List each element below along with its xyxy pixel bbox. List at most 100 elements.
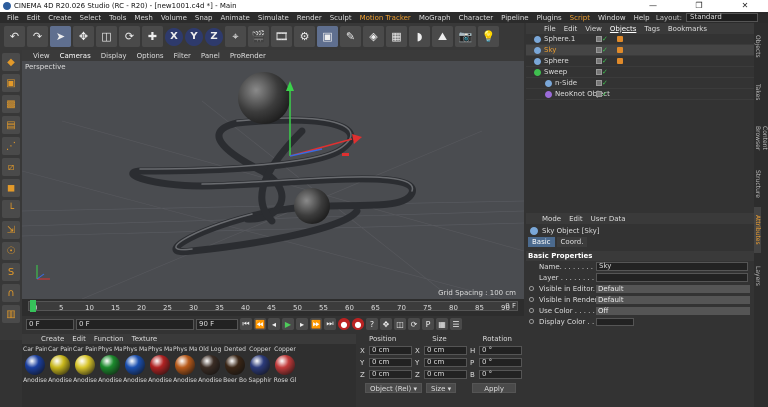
object-row[interactable]: n-Side ✓ xyxy=(526,78,754,89)
pos-field[interactable]: 0 cm xyxy=(369,346,412,355)
side-tab-structure[interactable]: Structure xyxy=(754,161,761,207)
material-preview[interactable] xyxy=(100,355,120,375)
viewport-perspective[interactable]: Perspective Grid Spacing : 100 cm xyxy=(22,61,524,299)
material-preview[interactable] xyxy=(50,355,70,375)
size-field[interactable]: 0 cm xyxy=(424,358,467,367)
light-icon[interactable]: 💡 xyxy=(478,26,499,47)
menu-mograph[interactable]: MoGraph xyxy=(415,14,455,22)
material-item[interactable]: Phys Ma Anodise xyxy=(123,346,147,384)
close-button[interactable]: ✕ xyxy=(722,0,768,12)
attribute-field[interactable]: Sky xyxy=(596,262,748,271)
side-tab-content-browser[interactable]: Content Browser xyxy=(754,115,768,161)
record-keys-icon[interactable]: ● xyxy=(338,318,350,330)
make-editable-icon[interactable]: ◆ xyxy=(2,53,20,71)
material-menu-function[interactable]: Function xyxy=(90,335,128,343)
attribute-menu-mode[interactable]: Mode xyxy=(538,215,565,223)
material-tag-icon[interactable] xyxy=(617,36,623,42)
material-tag-icon[interactable] xyxy=(617,58,623,64)
side-tab-takes[interactable]: Takes xyxy=(754,69,761,115)
timeline-playhead[interactable] xyxy=(30,300,36,312)
environment-icon[interactable]: ⛰ xyxy=(432,26,453,47)
workplane-lock-icon[interactable]: ▥ xyxy=(2,305,20,323)
size-field[interactable]: 0 cm xyxy=(424,370,467,379)
material-menu-texture[interactable]: Texture xyxy=(128,335,162,343)
rot-field[interactable]: 0 ° xyxy=(479,370,522,379)
object-name[interactable]: Sphere.1 xyxy=(544,35,575,43)
tab-coord[interactable]: Coord. xyxy=(556,237,588,247)
render-picture-viewer-icon[interactable]: 🎞 xyxy=(271,26,292,47)
rotate-icon[interactable]: ⟳ xyxy=(119,26,140,47)
material-preview[interactable] xyxy=(275,355,295,375)
rotation-key-icon[interactable]: ⟳ xyxy=(408,318,420,330)
material-preview[interactable] xyxy=(225,355,245,375)
side-tab-attributes[interactable]: Attributes xyxy=(754,207,761,253)
attribute-dropdown[interactable]: Default xyxy=(596,284,750,293)
visibility-check-icon[interactable]: ✓ xyxy=(602,79,608,87)
object-menu-bookmarks[interactable]: Bookmarks xyxy=(664,25,711,33)
magnet-icon[interactable]: ∩ xyxy=(2,284,20,302)
menu-motion-tracker[interactable]: Motion Tracker xyxy=(356,14,415,22)
axis-z-button[interactable]: Z xyxy=(205,27,223,46)
pen-spline-icon[interactable]: ✎ xyxy=(340,26,361,47)
coordinate-system-icon[interactable]: ⌖ xyxy=(225,26,246,47)
visibility-check-icon[interactable]: ✓ xyxy=(602,90,608,98)
material-preview[interactable] xyxy=(175,355,195,375)
scale-icon[interactable]: ◫ xyxy=(96,26,117,47)
next-key-icon[interactable]: ⏩ xyxy=(310,318,322,330)
material-item[interactable]: Old Log Anodise xyxy=(198,346,222,384)
object-row[interactable]: Sky ✓ xyxy=(526,45,754,56)
sphere-1-object[interactable] xyxy=(238,72,290,124)
material-item[interactable]: Car Pain Anodise xyxy=(48,346,72,384)
menu-snap[interactable]: Snap xyxy=(191,14,217,22)
menu-select[interactable]: Select xyxy=(76,14,106,22)
material-item[interactable]: Phys Ma Anodise xyxy=(98,346,122,384)
keyframe-radio-icon[interactable] xyxy=(529,297,534,302)
object-menu-view[interactable]: View xyxy=(581,25,606,33)
move-icon[interactable]: ✥ xyxy=(73,26,94,47)
attribute-menu-user-data[interactable]: User Data xyxy=(587,215,630,223)
edges-mode-icon[interactable]: ⧄ xyxy=(2,158,20,176)
object-name[interactable]: n-Side xyxy=(555,79,577,87)
visibility-check-icon[interactable]: ✓ xyxy=(602,57,608,65)
go-to-start-icon[interactable]: ⏮ xyxy=(240,318,252,330)
attribute-dropdown[interactable]: Default xyxy=(596,295,750,304)
current-frame-field[interactable]: 0 F xyxy=(26,318,74,330)
previous-frame-icon[interactable]: ◂ xyxy=(268,318,280,330)
material-preview[interactable] xyxy=(75,355,95,375)
next-frame-icon[interactable]: ▸ xyxy=(296,318,308,330)
coordinate-mode-dropdown[interactable]: Object (Rel) ▾ xyxy=(365,383,423,393)
layout-dropdown[interactable]: Standard xyxy=(686,13,758,22)
axis-y-button[interactable]: Y xyxy=(185,27,203,46)
menu-simulate[interactable]: Simulate xyxy=(254,14,293,22)
object-name[interactable]: Sky xyxy=(544,46,556,54)
points-mode-icon[interactable]: ⋰ xyxy=(2,137,20,155)
material-preview[interactable] xyxy=(150,355,170,375)
array-generator-icon[interactable]: ▦ xyxy=(386,26,407,47)
material-preview[interactable] xyxy=(125,355,145,375)
rot-field[interactable]: 0 ° xyxy=(479,358,522,367)
solo-icon[interactable]: ☉ xyxy=(2,242,20,260)
texture-mode-icon[interactable]: ▩ xyxy=(2,95,20,113)
viewport-menu-panel[interactable]: Panel xyxy=(196,52,225,60)
parameter-key-icon[interactable]: P xyxy=(422,318,434,330)
viewport-menu-prorender[interactable]: ProRender xyxy=(225,52,271,60)
menu-tools[interactable]: Tools xyxy=(105,14,130,22)
viewport-menu-cameras[interactable]: Cameras xyxy=(55,52,96,60)
menu-script[interactable]: Script xyxy=(566,14,594,22)
viewport-menu-options[interactable]: Options xyxy=(132,52,169,60)
viewport-menu-filter[interactable]: Filter xyxy=(169,52,196,60)
object-menu-objects[interactable]: Objects xyxy=(606,25,640,33)
keyframe-selection-icon[interactable]: ? xyxy=(366,318,378,330)
render-view-icon[interactable]: 🎬 xyxy=(248,26,269,47)
subdivision-icon[interactable]: ◈ xyxy=(363,26,384,47)
color-swatch[interactable] xyxy=(596,317,634,326)
menu-edit[interactable]: Edit xyxy=(23,14,45,22)
menu-volume[interactable]: Volume xyxy=(157,14,191,22)
size-field[interactable]: 0 cm xyxy=(424,346,467,355)
material-menu-edit[interactable]: Edit xyxy=(68,335,90,343)
menu-pipeline[interactable]: Pipeline xyxy=(497,14,532,22)
scale-key-icon[interactable]: ◫ xyxy=(394,318,406,330)
material-tag-icon[interactable] xyxy=(617,47,623,53)
tweak-mode-icon[interactable]: ⇲ xyxy=(2,221,20,239)
object-row[interactable]: Sphere.1 ✓ xyxy=(526,34,754,45)
